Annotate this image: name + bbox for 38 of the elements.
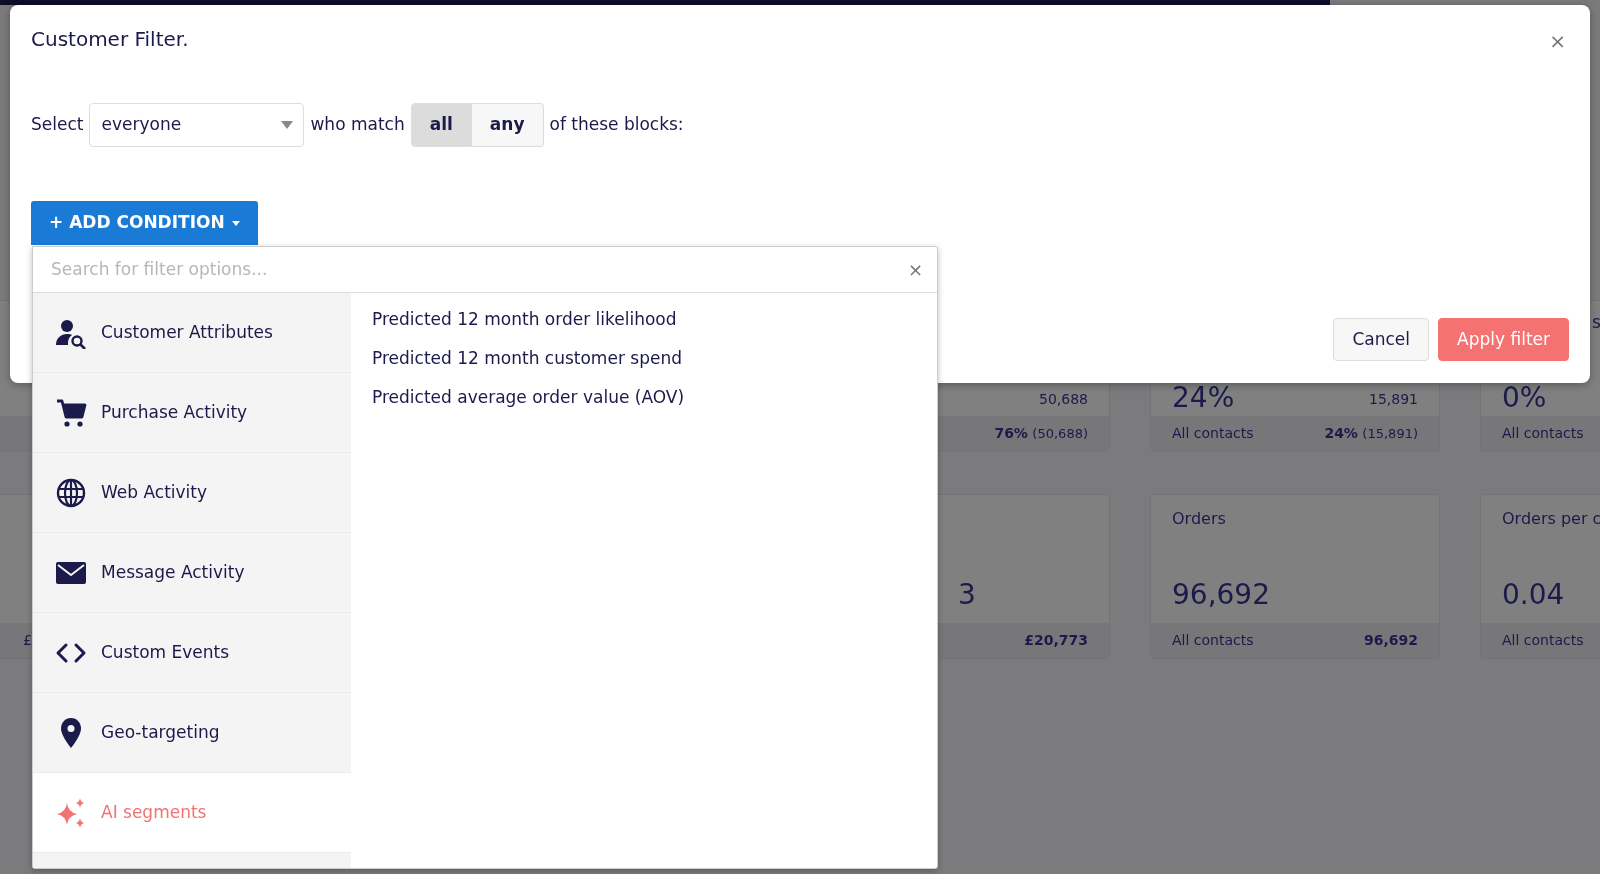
match-label: who match [310, 113, 405, 137]
globe-icon [55, 476, 87, 509]
footer-value: 24% [1324, 425, 1358, 441]
metric-value: 0.04 [1502, 580, 1565, 611]
add-condition-button[interactable]: + ADD CONDITION [31, 201, 258, 245]
filter-option[interactable]: Predicted 12 month customer spend [372, 339, 685, 378]
footer-value: 96,692 [1363, 632, 1418, 648]
metric-count: 50,688 [1039, 390, 1088, 409]
card-title: Orders per c [1502, 508, 1600, 530]
metric-value: 0% [1502, 383, 1547, 414]
clear-button[interactable]: × [903, 260, 927, 279]
card-title: s [1592, 311, 1600, 334]
metric-value: 96,692 [1172, 580, 1270, 611]
footer-value: £20,773 [1024, 632, 1088, 648]
footer-label: All contacts [1172, 631, 1254, 650]
select-label: Select [31, 113, 84, 137]
filter-option[interactable]: Predicted average order value (AOV) [372, 378, 685, 417]
footer-value: £ [23, 631, 32, 650]
close-button[interactable]: × [1547, 29, 1568, 53]
match-toggle[interactable]: all [410, 103, 472, 147]
metric-count: 15,891 [1369, 390, 1418, 409]
filter-option[interactable]: Predicted 12 month order likelihood [372, 300, 685, 339]
blocks-label: of these blocks: [549, 113, 684, 137]
metric-value: 3 [958, 580, 976, 611]
cancel-button[interactable]: Cancel [1333, 318, 1430, 361]
match-toggle[interactable]: any [471, 103, 544, 147]
dialog-title: Customer Filter. [31, 27, 189, 51]
footer-value: 76% [994, 425, 1028, 441]
caret-icon [231, 220, 240, 226]
footer-label: All contacts [1172, 424, 1254, 443]
footer-label: All contacts [1502, 424, 1584, 443]
audience-dropdown[interactable]: everyone [89, 103, 305, 147]
metric-value: 24% [1172, 383, 1235, 414]
footer-note: (15,891) [1362, 426, 1418, 441]
footer-label: All contacts [1502, 631, 1584, 650]
footer-note: (50,688) [1032, 426, 1088, 441]
caret-icon [281, 121, 294, 129]
card-title: Orders [1172, 508, 1226, 530]
